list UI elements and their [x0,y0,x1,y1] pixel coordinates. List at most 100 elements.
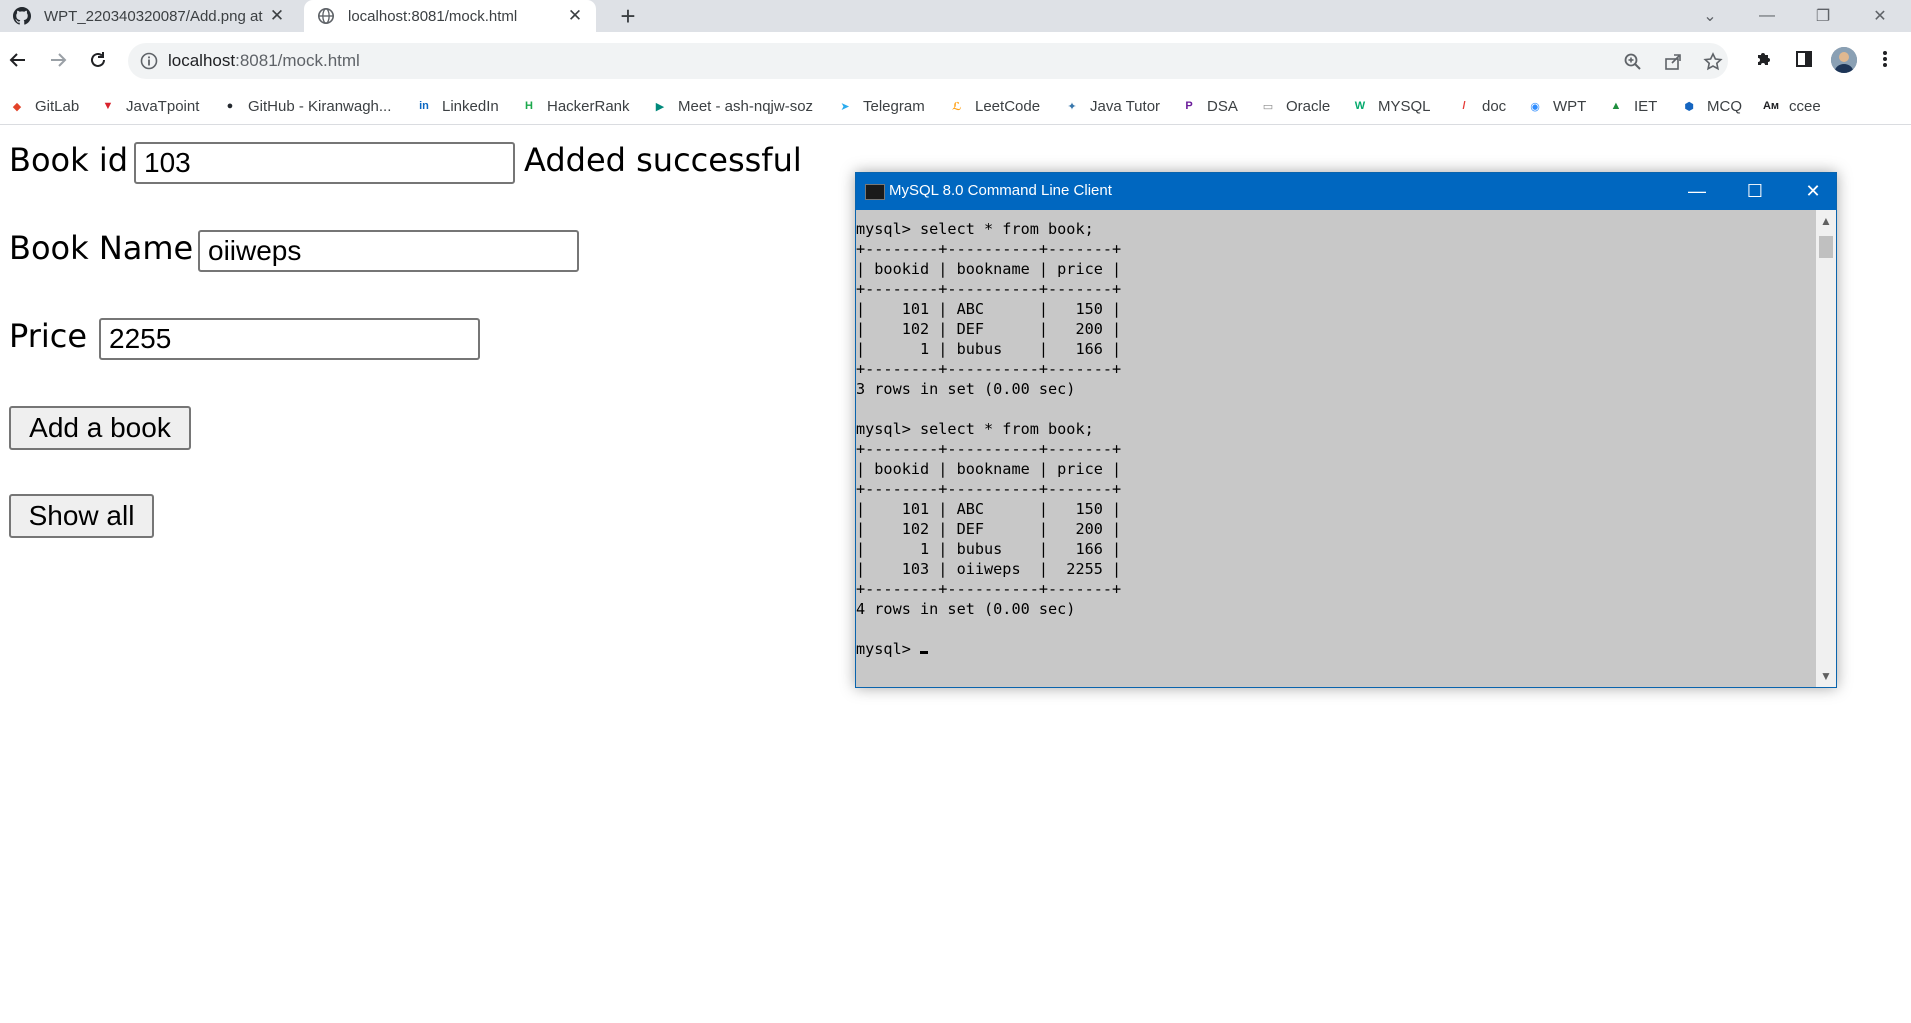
zoom-icon: ◉ [1530,100,1540,113]
tab-strip: WPT_220340320087/Add.png at ✕ localhost:… [0,0,1911,32]
drive-icon: ▲ [1610,100,1622,112]
scroll-thumb[interactable] [1819,236,1833,258]
address-bar[interactable]: localhost:8081/mock.html [128,43,1728,79]
bookmark-label: WPT [1553,97,1587,115]
zoom-icon[interactable] [1622,51,1644,73]
w3schools-icon: W [1354,100,1366,112]
bookmark-hackerrank[interactable]: H HackerRank [520,96,630,116]
book-name-input[interactable] [198,230,579,272]
console-titlebar[interactable]: MySQL 8.0 Command Line Client — ☐ ✕ [856,173,1836,210]
bookmark-github-kiranwagh[interactable]: ● GitHub - Kiranwagh... [221,96,392,116]
console-maximize-icon[interactable]: ☐ [1727,173,1783,210]
book-id-input[interactable] [134,142,515,184]
add-book-button[interactable]: Add a book [9,406,191,450]
linkedin-icon: in [419,100,429,112]
dsa-icon: P [1185,100,1193,112]
menu-icon[interactable] [1872,46,1898,72]
console-history: mysql> select * from book; +--------+---… [856,220,1122,618]
site-info-icon[interactable] [139,51,159,71]
tab-search-icon[interactable]: ⌄ [1687,0,1733,32]
console-output[interactable]: mysql> select * from book; +--------+---… [856,219,1121,659]
minimize-icon[interactable]: — [1744,0,1790,32]
bookmark-label: Oracle [1286,97,1331,115]
bookmark-label: Meet - ash-nqjw-soz [678,97,814,115]
console-prompt: mysql> [856,640,921,658]
python-icon: ✦ [1067,100,1077,113]
bookmark-leetcode[interactable]: ℒ LeetCode [948,96,1040,116]
bookmark-label: Java Tutor [1090,97,1161,115]
bookmark-iet[interactable]: ▲ IET [1607,96,1658,116]
console-minimize-icon[interactable]: — [1669,173,1725,210]
bookmark-label: DSA [1207,97,1238,115]
gitlab-icon: ◆ [12,100,22,113]
console-title: MySQL 8.0 Command Line Client [889,182,1112,199]
oracle-icon: ▭ [1262,100,1274,113]
bookmark-label: doc [1482,97,1507,115]
bookmark-meet-ash-nqjw-soz[interactable]: ▶ Meet - ash-nqjw-soz [651,96,813,116]
mysql-console-window[interactable]: MySQL 8.0 Command Line Client — ☐ ✕ mysq… [855,172,1837,688]
javatpoint-icon: ▼ [102,100,114,112]
bookmark-telegram[interactable]: ➤ Telegram [836,96,925,116]
telegram-icon: ➤ [840,100,850,113]
scroll-down-icon[interactable]: ▼ [1816,667,1836,685]
bookmark-java-tutor[interactable]: ✦ Java Tutor [1063,96,1160,116]
url-text[interactable]: localhost:8081/mock.html [168,51,360,71]
bookmark-linkedin[interactable]: in LinkedIn [415,96,499,116]
share-icon[interactable] [1662,51,1684,73]
show-all-button[interactable]: Show all [9,494,154,538]
tab-localhost[interactable]: localhost:8081/mock.html ✕ [304,0,596,32]
status-message: Added successful [524,141,802,179]
bookmark-label: LinkedIn [442,97,499,115]
price-input[interactable] [99,318,480,360]
bookmark-label: LeetCode [975,97,1041,115]
tab-github[interactable]: WPT_220340320087/Add.png at ✕ [0,0,298,32]
book-id-label: Book id [9,141,129,179]
bookmark-label: HackerRank [547,97,630,115]
bookmark-mcq[interactable]: ⬢ MCQ [1680,96,1742,116]
console-close-icon[interactable]: ✕ [1785,173,1841,210]
new-tab-icon[interactable]: + [614,1,642,31]
console-scrollbar[interactable]: ▲ ▼ [1816,210,1836,687]
bookmark-dsa[interactable]: P DSA [1180,96,1238,116]
bookmark-label: ccee [1789,97,1821,115]
close-icon[interactable]: ✕ [266,5,288,27]
side-panel-icon[interactable] [1791,46,1817,72]
window-close-icon[interactable]: ✕ [1857,0,1903,32]
bookmarks-bar: ◆ GitLab ▼ JavaTpoint ● GitHub - Kiranwagh...… [0,88,1911,125]
scroll-up-icon[interactable]: ▲ [1816,212,1836,230]
profile-avatar[interactable] [1831,47,1857,73]
bookmark-oracle[interactable]: ▭ Oracle [1259,96,1330,116]
ccee-icon: Aᴍ [1762,100,1780,112]
url-host: localhost [168,51,236,70]
tab-title: WPT_220340320087/Add.png at [44,7,263,25]
bookmark-javatpoint[interactable]: ▼ JavaTpoint [99,96,200,116]
github-icon: ● [226,100,234,112]
bookmark-label: MCQ [1707,97,1742,115]
bookmark-doc[interactable]: / doc [1455,96,1506,116]
hackerrank-icon: H [525,100,533,112]
price-label: Price [9,317,88,355]
meet-icon: ▶ [655,100,665,113]
bookmark-label: GitLab [35,97,80,115]
close-icon[interactable]: ✕ [564,5,586,27]
forward-icon[interactable] [42,44,74,76]
restore-icon[interactable]: ❐ [1800,0,1846,32]
reload-icon[interactable] [82,44,114,76]
bookmark-gitlab[interactable]: ◆ GitLab [8,96,79,116]
bookmark-mysql[interactable]: W MYSQL [1351,96,1431,116]
bookmark-label: IET [1634,97,1658,115]
text-cursor [920,651,929,654]
bookmark-label: Telegram [863,97,925,115]
bookmark-wpt[interactable]: ◉ WPT [1526,96,1586,116]
bookmark-star-icon[interactable] [1702,51,1724,73]
bookmark-ccee[interactable]: Aᴍ ccee [1762,96,1821,116]
mcq-icon: ⬢ [1684,100,1694,113]
leetcode-icon: ℒ [952,100,962,113]
console-app-icon [865,184,885,200]
bookmark-label: MYSQL [1378,97,1431,115]
tab-title: localhost:8081/mock.html [348,7,518,25]
extensions-icon[interactable] [1751,46,1777,72]
doc-icon: / [1462,100,1466,112]
back-icon[interactable] [2,44,34,76]
book-name-label: Book Name [9,229,194,267]
